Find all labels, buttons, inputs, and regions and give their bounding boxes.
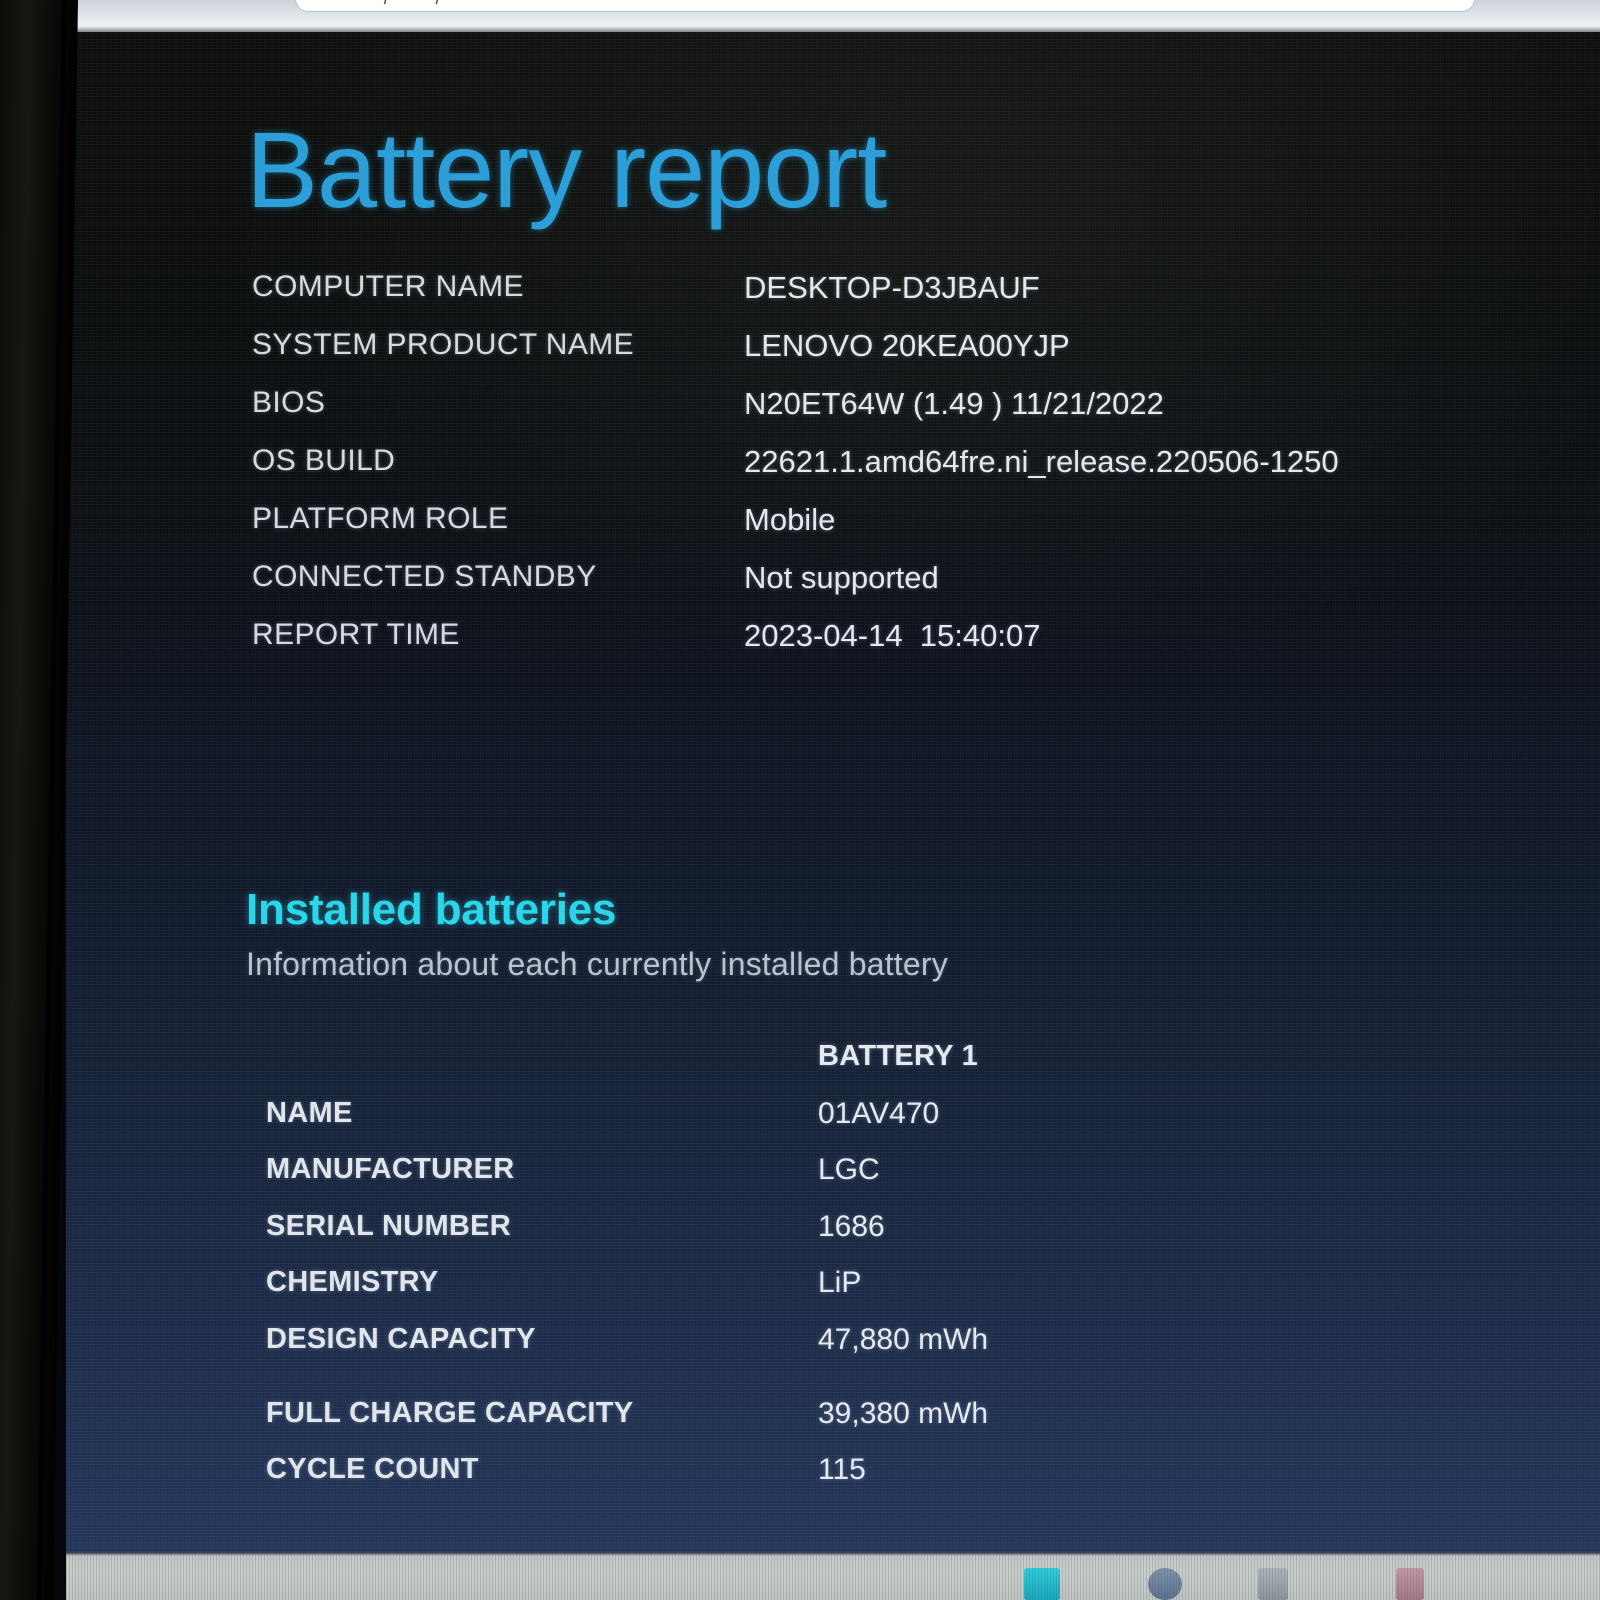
table-row: DESIGN CAPACITY 47,880 mWh <box>266 1323 1546 1397</box>
system-info-table: COMPUTER NAME DESKTOP-D3JBAUF SYSTEM PRO… <box>252 270 1512 676</box>
table-row: MANUFACTURER LGC <box>266 1153 1546 1210</box>
battery-report-page: Battery report COMPUTER NAME DESKTOP-D3J… <box>66 30 1600 1552</box>
battery-value-full-charge-capacity: 39,380 mWh <box>818 1396 989 1430</box>
info-label-computer-name: COMPUTER NAME <box>252 270 524 303</box>
battery-label-manufacturer: MANUFACTURER <box>266 1153 515 1185</box>
info-value-os-build: 22621.1.amd64fre.ni_release.220506-1250 <box>744 444 1339 479</box>
battery-value-serial-number: 1686 <box>818 1209 885 1243</box>
battery-value-cycle-count: 115 <box>818 1453 866 1486</box>
table-row: PLATFORM ROLE Mobile <box>252 502 1512 560</box>
teal-app-icon[interactable] <box>1024 1568 1060 1600</box>
section-subtitle: Information about each currently install… <box>246 946 948 982</box>
battery-value-chemistry: LiP <box>818 1266 862 1299</box>
info-label-platform-role: PLATFORM ROLE <box>252 502 509 535</box>
info-label-system-product-name: SYSTEM PRODUCT NAME <box>252 328 635 361</box>
battery-label-chemistry: CHEMISTRY <box>266 1266 439 1298</box>
info-label-os-build: OS BUILD <box>252 444 396 477</box>
battery-label-name: NAME <box>266 1096 353 1129</box>
table-row: OS BUILD 22621.1.amd64fre.ni_release.220… <box>252 444 1512 502</box>
table-row: SERIAL NUMBER 1686 <box>266 1210 1546 1267</box>
section-heading: Installed batteries <box>246 885 617 934</box>
address-bar[interactable] <box>295 0 1475 12</box>
table-row: NAME 01AV470 <box>266 1097 1546 1154</box>
battery-detail-table: BATTERY 1 NAME 01AV470 MANUFACTURER LGC … <box>266 1040 1546 1510</box>
pink-app-icon[interactable] <box>1396 1568 1424 1600</box>
info-label-connected-standby: CONNECTED STANDBY <box>252 560 597 593</box>
page-title: Battery report <box>246 109 887 231</box>
table-header-row: BATTERY 1 <box>266 1040 1546 1097</box>
grey-app-icon[interactable] <box>1258 1568 1288 1600</box>
table-row: CHEMISTRY LiP <box>266 1266 1546 1323</box>
battery-label-serial-number: SERIAL NUMBER <box>266 1209 512 1242</box>
table-row: BIOS N20ET64W (1.49 ) 11/21/2022 <box>252 386 1512 444</box>
battery-label-design-capacity: DESIGN CAPACITY <box>266 1322 536 1355</box>
toolbar-divider <box>30 27 1600 32</box>
taskbar-top-shadow <box>66 1552 1600 1556</box>
battery-value-design-capacity: 47,880 mWh <box>818 1322 989 1356</box>
info-label-report-time: REPORT TIME <box>252 618 460 651</box>
monitor-photo: ·· ·· ·· / ·· · · / Battery report COMPU… <box>0 0 1600 1600</box>
table-row: CONNECTED STANDBY Not supported <box>252 560 1512 618</box>
blue-app-icon[interactable] <box>1148 1568 1182 1600</box>
battery-value-manufacturer: LGC <box>818 1153 880 1186</box>
browser-toolbar[interactable]: ·· ·· ·· / ·· · · / <box>30 0 1600 32</box>
table-row: FULL CHARGE CAPACITY 39,380 mWh <box>266 1397 1546 1454</box>
battery-value-name: 01AV470 <box>818 1096 940 1130</box>
info-value-platform-role: Mobile <box>744 502 836 537</box>
info-value-system-product-name: LENOVO 20KEA00YJP <box>744 328 1070 363</box>
battery-label-cycle-count: CYCLE COUNT <box>266 1453 479 1485</box>
battery-column-header: BATTERY 1 <box>818 1040 979 1072</box>
info-value-report-time: 2023-04-14 15:40:07 <box>744 618 1041 653</box>
taskbar-texture <box>66 1552 1600 1600</box>
info-value-connected-standby: Not supported <box>744 560 939 595</box>
installed-batteries-section: Installed batteries Information about ea… <box>246 888 1526 983</box>
battery-label-full-charge-capacity: FULL CHARGE CAPACITY <box>266 1396 634 1429</box>
windows-taskbar[interactable] <box>66 1552 1600 1600</box>
table-row: REPORT TIME 2023-04-14 15:40:07 <box>252 618 1512 676</box>
table-row: SYSTEM PRODUCT NAME LENOVO 20KEA00YJP <box>252 328 1512 386</box>
table-row: CYCLE COUNT 115 <box>266 1453 1546 1510</box>
address-bar-text: ·· ·· ·· / ·· · · / <box>330 0 441 10</box>
table-row: COMPUTER NAME DESKTOP-D3JBAUF <box>252 270 1512 328</box>
info-value-bios: N20ET64W (1.49 ) 11/21/2022 <box>744 386 1164 421</box>
info-label-bios: BIOS <box>252 386 326 419</box>
info-value-computer-name: DESKTOP-D3JBAUF <box>744 270 1040 305</box>
